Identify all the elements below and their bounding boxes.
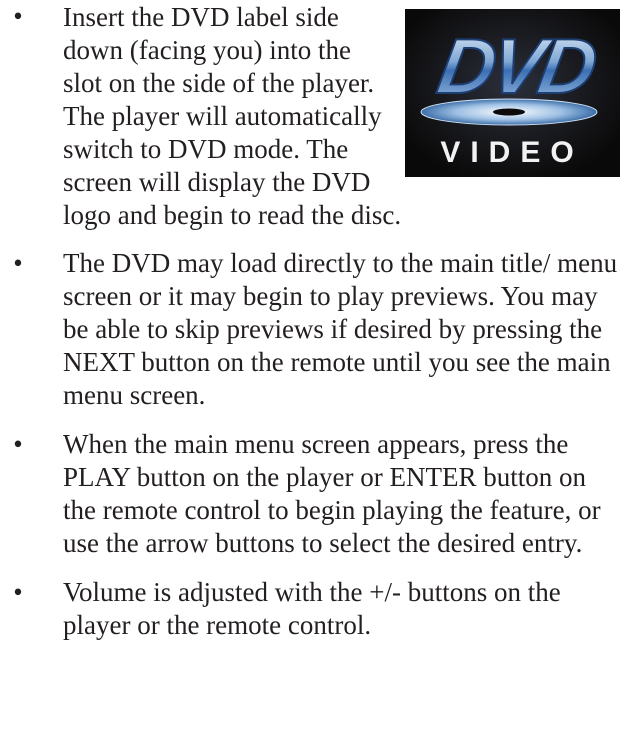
instruction-list: • DVD VIDEO Insert the DVD label side do…	[0, 0, 632, 642]
instruction-item-load-menu: • The DVD may load directly to the main …	[0, 247, 632, 412]
instruction-text: The DVD may load directly to the main ti…	[63, 248, 618, 410]
instruction-item-play-feature: • When the main menu screen appears, pre…	[0, 428, 632, 560]
instruction-text: Insert the DVD label side down (facing y…	[63, 2, 402, 230]
bullet-marker: •	[13, 248, 23, 278]
bullet-marker: •	[13, 429, 23, 459]
instruction-page: • DVD VIDEO Insert the DVD label side do…	[0, 0, 632, 734]
logo-video-text: VIDEO	[440, 136, 583, 169]
logo-dvd-text: DVD	[432, 23, 602, 110]
dvd-video-logo-icon: DVD VIDEO	[405, 9, 620, 177]
bullet-marker: •	[13, 1, 23, 31]
instruction-text: When the main menu screen appears, press…	[63, 429, 601, 558]
bullet-marker: •	[13, 577, 23, 607]
instruction-item-insert-disc: • DVD VIDEO Insert the DVD label side do…	[0, 0, 632, 231]
instruction-text: Volume is adjusted with the +/- buttons …	[63, 577, 561, 640]
instruction-item-volume: • Volume is adjusted with the +/- button…	[0, 576, 632, 642]
